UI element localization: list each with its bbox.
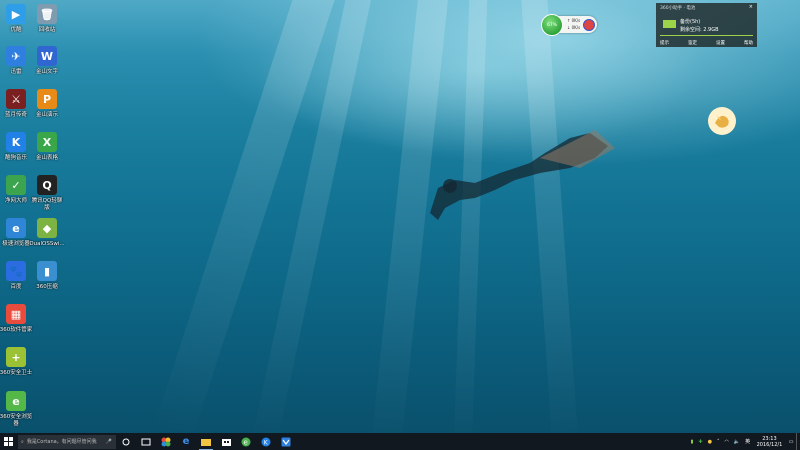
app-icon: P xyxy=(37,89,57,109)
clock-date: 2016/12/1 xyxy=(756,441,783,448)
360-browser-icon: e xyxy=(241,437,251,446)
desktop-icon[interactable]: Q 腾讯QQ轻聊版 xyxy=(29,175,65,212)
network-speed-widget[interactable]: 67% ↑ 0K/s ↓ 0K/s xyxy=(541,14,597,36)
desktop-icon-label: 360软件管家 xyxy=(0,327,33,333)
desktop-icon[interactable]: ▮ 360压缩 xyxy=(29,261,65,291)
svg-text:e: e xyxy=(244,438,248,446)
security-tray-icon[interactable]: ● xyxy=(708,439,712,445)
desktop-icon[interactable]: W 金山文字 xyxy=(29,46,65,76)
desktop-icon[interactable]: e 360安全浏览器 xyxy=(0,391,34,428)
shield-tray-icon[interactable]: ✚ xyxy=(698,439,702,445)
search-input[interactable]: ⌕ 我是Cortana，有问题尽管问我 🎤 xyxy=(18,434,116,449)
app-icon: ✈ xyxy=(6,46,26,66)
taskbar-app-kugou[interactable]: K xyxy=(256,433,276,450)
app-icon: ▶ xyxy=(6,4,26,24)
battery-popup: 360小助手 · 电池 × 备份(5h) 剩余空间: 2.9GB 提示 鉴定 设… xyxy=(656,3,757,47)
panel-button-help[interactable]: 帮助 xyxy=(744,40,753,46)
cortana-ring-icon xyxy=(122,438,130,445)
task-view-icon xyxy=(141,438,151,445)
desktop-icon-label: 360压缩 xyxy=(36,284,58,290)
search-placeholder: 我是Cortana，有问题尽管问我 xyxy=(26,439,97,445)
windows-logo-icon xyxy=(3,437,13,446)
app-icon: ✓ xyxy=(6,175,26,195)
microphone-icon[interactable]: 🎤 xyxy=(106,439,112,445)
start-button[interactable] xyxy=(0,433,16,450)
app-icon: X xyxy=(37,132,57,152)
close-icon[interactable]: × xyxy=(749,4,753,10)
search-icon: ⌕ xyxy=(21,438,24,445)
app-icon: 🐾 xyxy=(6,261,26,281)
taskbar: ⌕ 我是Cortana，有问题尽管问我 🎤 e e K ▮ ✚ ● ˄ ◠ 🔈 … xyxy=(0,433,800,450)
upload-speed: ↑ 0K/s xyxy=(567,18,581,23)
kugou-icon: K xyxy=(261,437,271,446)
desktop-icon[interactable]: +360安全卫士 xyxy=(0,347,34,377)
desktop-icon-label: 金山演示 xyxy=(35,112,58,118)
speed-ball[interactable]: 67% xyxy=(541,14,563,36)
pinwheel-icon xyxy=(161,437,171,446)
desktop-icon-label: 金山表格 xyxy=(35,155,58,161)
desktop-icon-label: 回收站 xyxy=(38,27,56,33)
app-icon: Q xyxy=(37,175,57,195)
ime-indicator[interactable]: 英 xyxy=(745,438,750,445)
battery-icon xyxy=(663,20,676,28)
taskbar-app-explorer[interactable] xyxy=(196,433,216,450)
app-icon: + xyxy=(6,347,26,367)
app-icon: ▮ xyxy=(37,261,57,281)
bird-widget-icon[interactable] xyxy=(708,107,736,135)
app-icon: e xyxy=(6,391,26,411)
taskbar-app-store[interactable] xyxy=(216,433,236,450)
desktop-icon[interactable]: ▦ 360软件管家 xyxy=(0,304,34,334)
desktop-icon-label: 腾讯QQ轻聊版 xyxy=(31,198,63,211)
taskbar-app-xunlei[interactable] xyxy=(276,433,296,450)
speed-percent: 67% xyxy=(546,22,557,28)
battery-tray-icon[interactable]: ▮ xyxy=(691,439,694,445)
show-desktop-button[interactable] xyxy=(796,433,800,450)
app-icon: ⚔ xyxy=(6,89,26,109)
folder-icon xyxy=(201,438,211,446)
taskbar-app-360[interactable]: e xyxy=(236,433,256,450)
battery-remaining: 剩余空间: 2.9GB xyxy=(680,27,719,33)
task-view-button[interactable] xyxy=(136,433,156,450)
taskbar-app-pinwheel[interactable] xyxy=(156,433,176,450)
app-icon: ◆ xyxy=(37,218,57,238)
panel-title: 360小助手 · 电池 xyxy=(660,6,696,11)
desktop-icon-label: 360安全浏览器 xyxy=(0,414,33,427)
clock[interactable]: 23:13 2016/12/1 xyxy=(757,436,783,448)
divider xyxy=(660,35,753,36)
wifi-icon[interactable]: ◠ xyxy=(725,439,729,445)
desktop-wallpaper: ▶ 优酷 ✈ 迅雷 ⚔ 蓝月传奇 K 酷狗音乐 ✓ 净网大师 e 极速浏览器 🐾 百度 ▦ 360软件管家 +3… xyxy=(0,0,800,450)
panel-button-settings[interactable]: 设置 xyxy=(716,40,725,46)
store-bag-icon xyxy=(221,439,231,446)
desktop-icon[interactable]: P 金山演示 xyxy=(29,89,65,119)
desktop-icon-label: 360安全卫士 xyxy=(0,370,33,376)
download-speed: ↓ 0K/s xyxy=(567,25,581,30)
system-tray: ▮ ✚ ● ˄ ◠ 🔈 英 23:13 2016/12/1 ▭ xyxy=(688,433,800,450)
ie-logo-icon xyxy=(583,19,595,31)
app-icon: e xyxy=(6,218,26,238)
panel-button-identify[interactable]: 鉴定 xyxy=(688,40,697,46)
edge-icon: e xyxy=(182,436,190,447)
desktop-icon[interactable]: 🗑 回收站 xyxy=(29,4,65,34)
desktop-icon-label: DualOSSwi... xyxy=(29,241,65,247)
desktop-icon[interactable]: ◆ DualOSSwi... xyxy=(29,218,65,248)
app-icon: 🗑 xyxy=(37,4,57,24)
app-icon: K xyxy=(6,132,26,152)
taskbar-app-edge[interactable]: e xyxy=(176,433,196,450)
panel-button-tip[interactable]: 提示 xyxy=(660,40,669,46)
cortana-button[interactable] xyxy=(116,433,136,450)
xunlei-icon xyxy=(281,437,291,446)
notifications-icon[interactable]: ▭ xyxy=(789,439,794,445)
desktop-icon[interactable]: X 金山表格 xyxy=(29,132,65,162)
battery-status: 备份(5h) xyxy=(680,19,701,25)
desktop-icon-label: 金山文字 xyxy=(35,69,58,75)
app-icon: ▦ xyxy=(6,304,26,324)
chevron-up-icon[interactable]: ˄ xyxy=(717,439,720,445)
volume-icon[interactable]: 🔈 xyxy=(734,439,740,445)
app-icon: W xyxy=(37,46,57,66)
diver-image xyxy=(430,130,615,220)
